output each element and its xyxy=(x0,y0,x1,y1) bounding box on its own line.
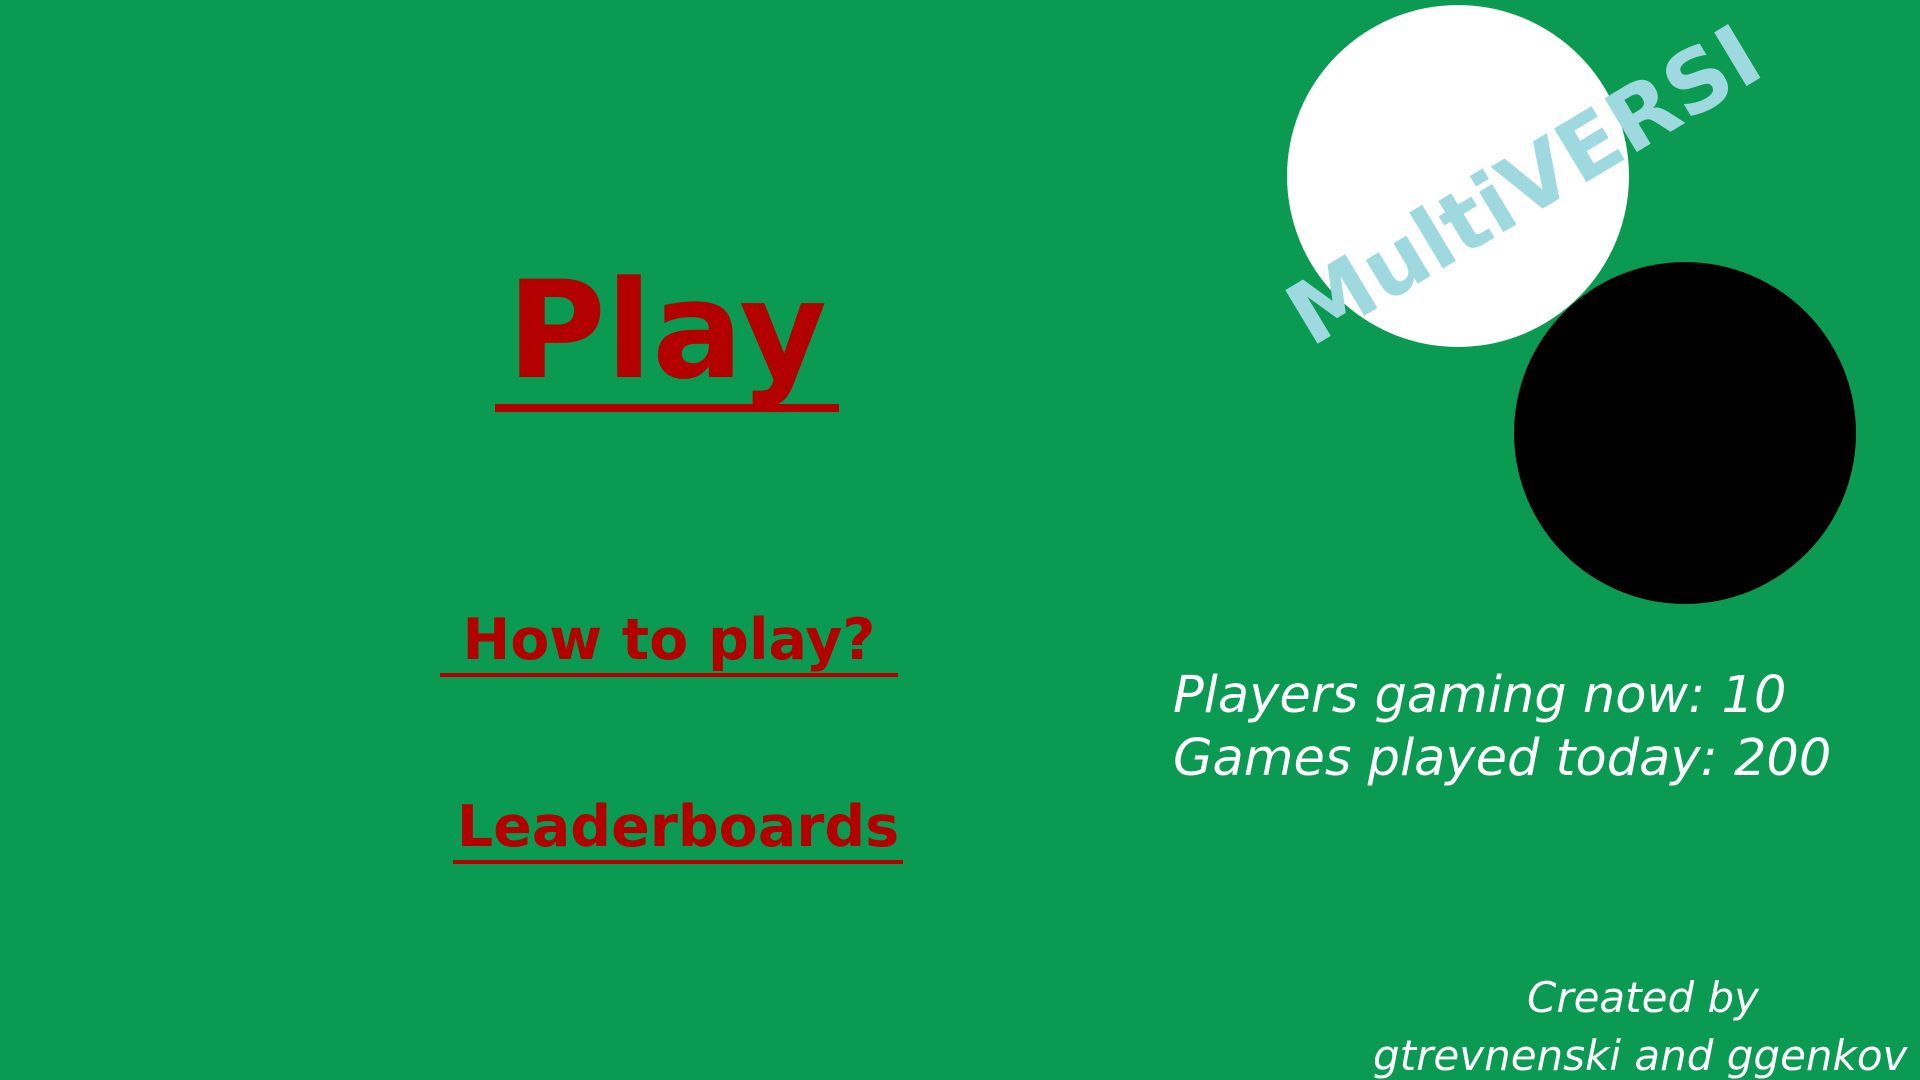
credits-authors: gtrevnenski and ggenkov xyxy=(1373,1031,1908,1080)
games-today-stat: Games played today: 200 xyxy=(1173,733,1831,784)
players-online-stat: Players gaming now: 10 xyxy=(1173,670,1786,721)
play-button-label: Play xyxy=(506,252,828,409)
credits-heading: Created by xyxy=(1527,973,1760,1022)
black-disc-icon xyxy=(1514,262,1856,604)
main-menu-screen: Play How to play? Leaderboards MultiVERS… xyxy=(0,0,1920,1080)
games-today-value: 200 xyxy=(1733,729,1832,788)
games-today-label: Games played today: xyxy=(1173,729,1718,788)
players-online-value: 10 xyxy=(1721,666,1787,725)
leaderboards-button[interactable]: Leaderboards xyxy=(453,799,903,864)
how-to-play-label: How to play? xyxy=(462,607,876,673)
leaderboards-underline xyxy=(453,860,903,864)
players-online-label: Players gaming now: xyxy=(1173,666,1706,725)
how-to-play-button[interactable]: How to play? xyxy=(440,612,898,677)
play-button[interactable]: Play xyxy=(495,263,839,412)
how-to-play-underline xyxy=(440,673,898,677)
leaderboards-label: Leaderboards xyxy=(456,794,900,860)
